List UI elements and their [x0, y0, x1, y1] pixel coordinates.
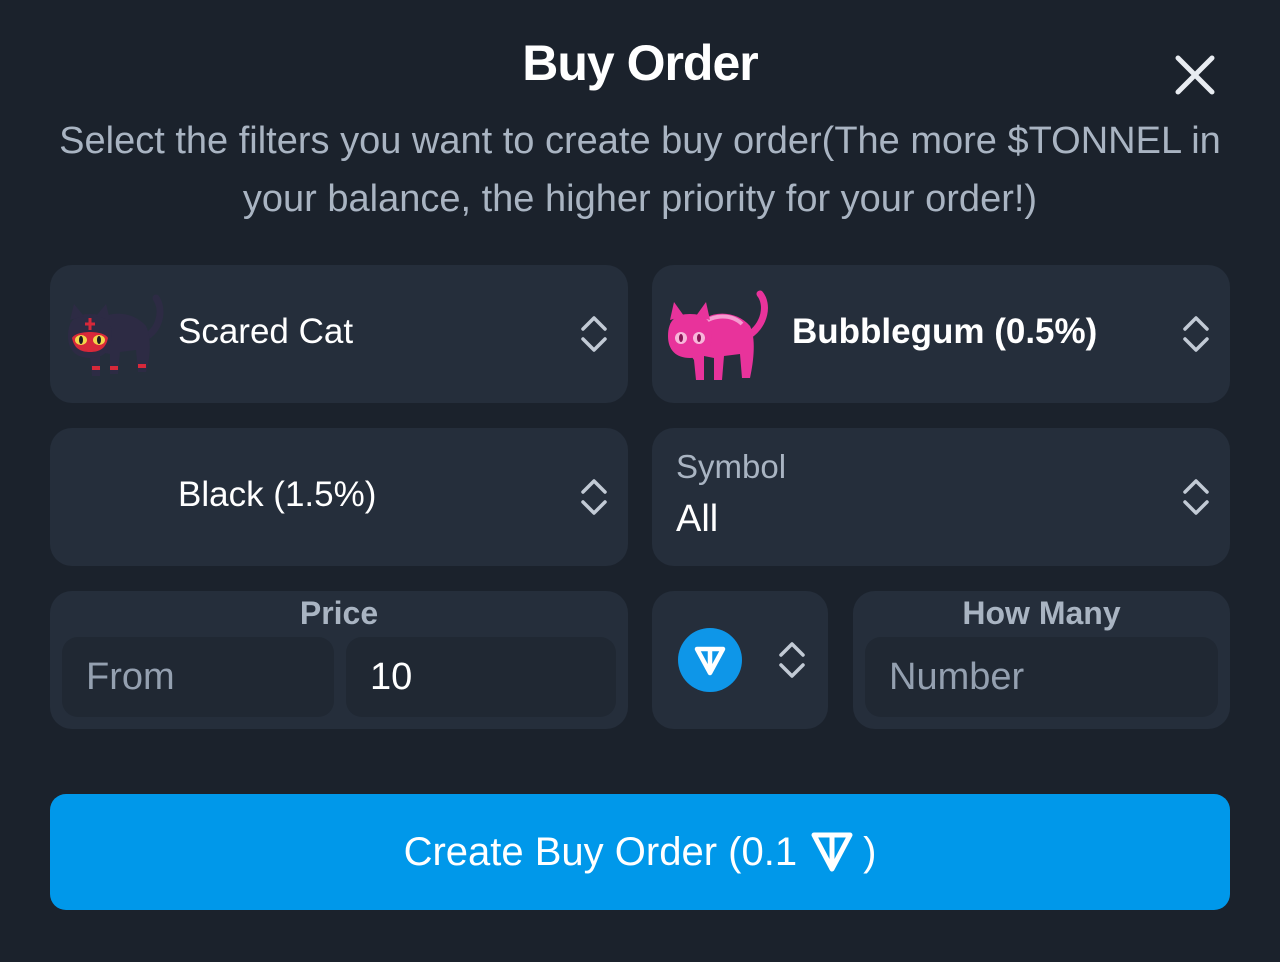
color-select[interactable]: Black (1.5%) [50, 428, 628, 566]
quantity-input[interactable]: Number [865, 637, 1218, 717]
modal-subtitle: Select the filters you want to create bu… [59, 120, 1221, 220]
price-label: Price [299, 595, 379, 631]
chevron-up-down-icon [1183, 316, 1209, 352]
price-range: Price From 10 [50, 591, 628, 729]
pink-cat-icon [668, 290, 768, 380]
color-select-label: Black (1.5%) [178, 475, 377, 514]
create-buy-order-button[interactable]: Create Buy Order (0.1 ) [50, 794, 1230, 910]
black-cat-icon [68, 294, 164, 376]
ton-icon [811, 832, 853, 872]
quantity-field: How Many Number [853, 591, 1230, 729]
symbol-select-value: All [676, 498, 719, 540]
model-select-label: Scared Cat [178, 312, 354, 351]
ton-coin-icon [678, 628, 742, 692]
close-icon[interactable] [1168, 48, 1222, 102]
model-select[interactable]: Scared Cat [50, 265, 628, 403]
buy-order-modal: Buy Order Select the filters you want to… [0, 0, 1280, 962]
chevron-up-down-icon [779, 642, 805, 678]
quantity-label: How Many [962, 595, 1121, 631]
currency-select[interactable] [652, 591, 828, 729]
create-buy-order-suffix: ) [863, 829, 877, 874]
chevron-up-down-icon [581, 479, 607, 515]
backdrop-select[interactable]: Bubblegum (0.5%) [652, 265, 1230, 403]
price-from-input[interactable]: From [62, 637, 334, 717]
create-buy-order-label: Create Buy Order (0.1 [403, 829, 798, 874]
symbol-select-label: Symbol [676, 448, 787, 485]
backdrop-select-label: Bubblegum (0.5%) [792, 312, 1098, 351]
price-to-input[interactable]: 10 [346, 637, 616, 717]
symbol-select[interactable]: Symbol All [652, 428, 1230, 566]
modal-title: Buy Order [522, 35, 759, 91]
chevron-up-down-icon [1183, 479, 1209, 515]
chevron-up-down-icon [581, 316, 607, 352]
